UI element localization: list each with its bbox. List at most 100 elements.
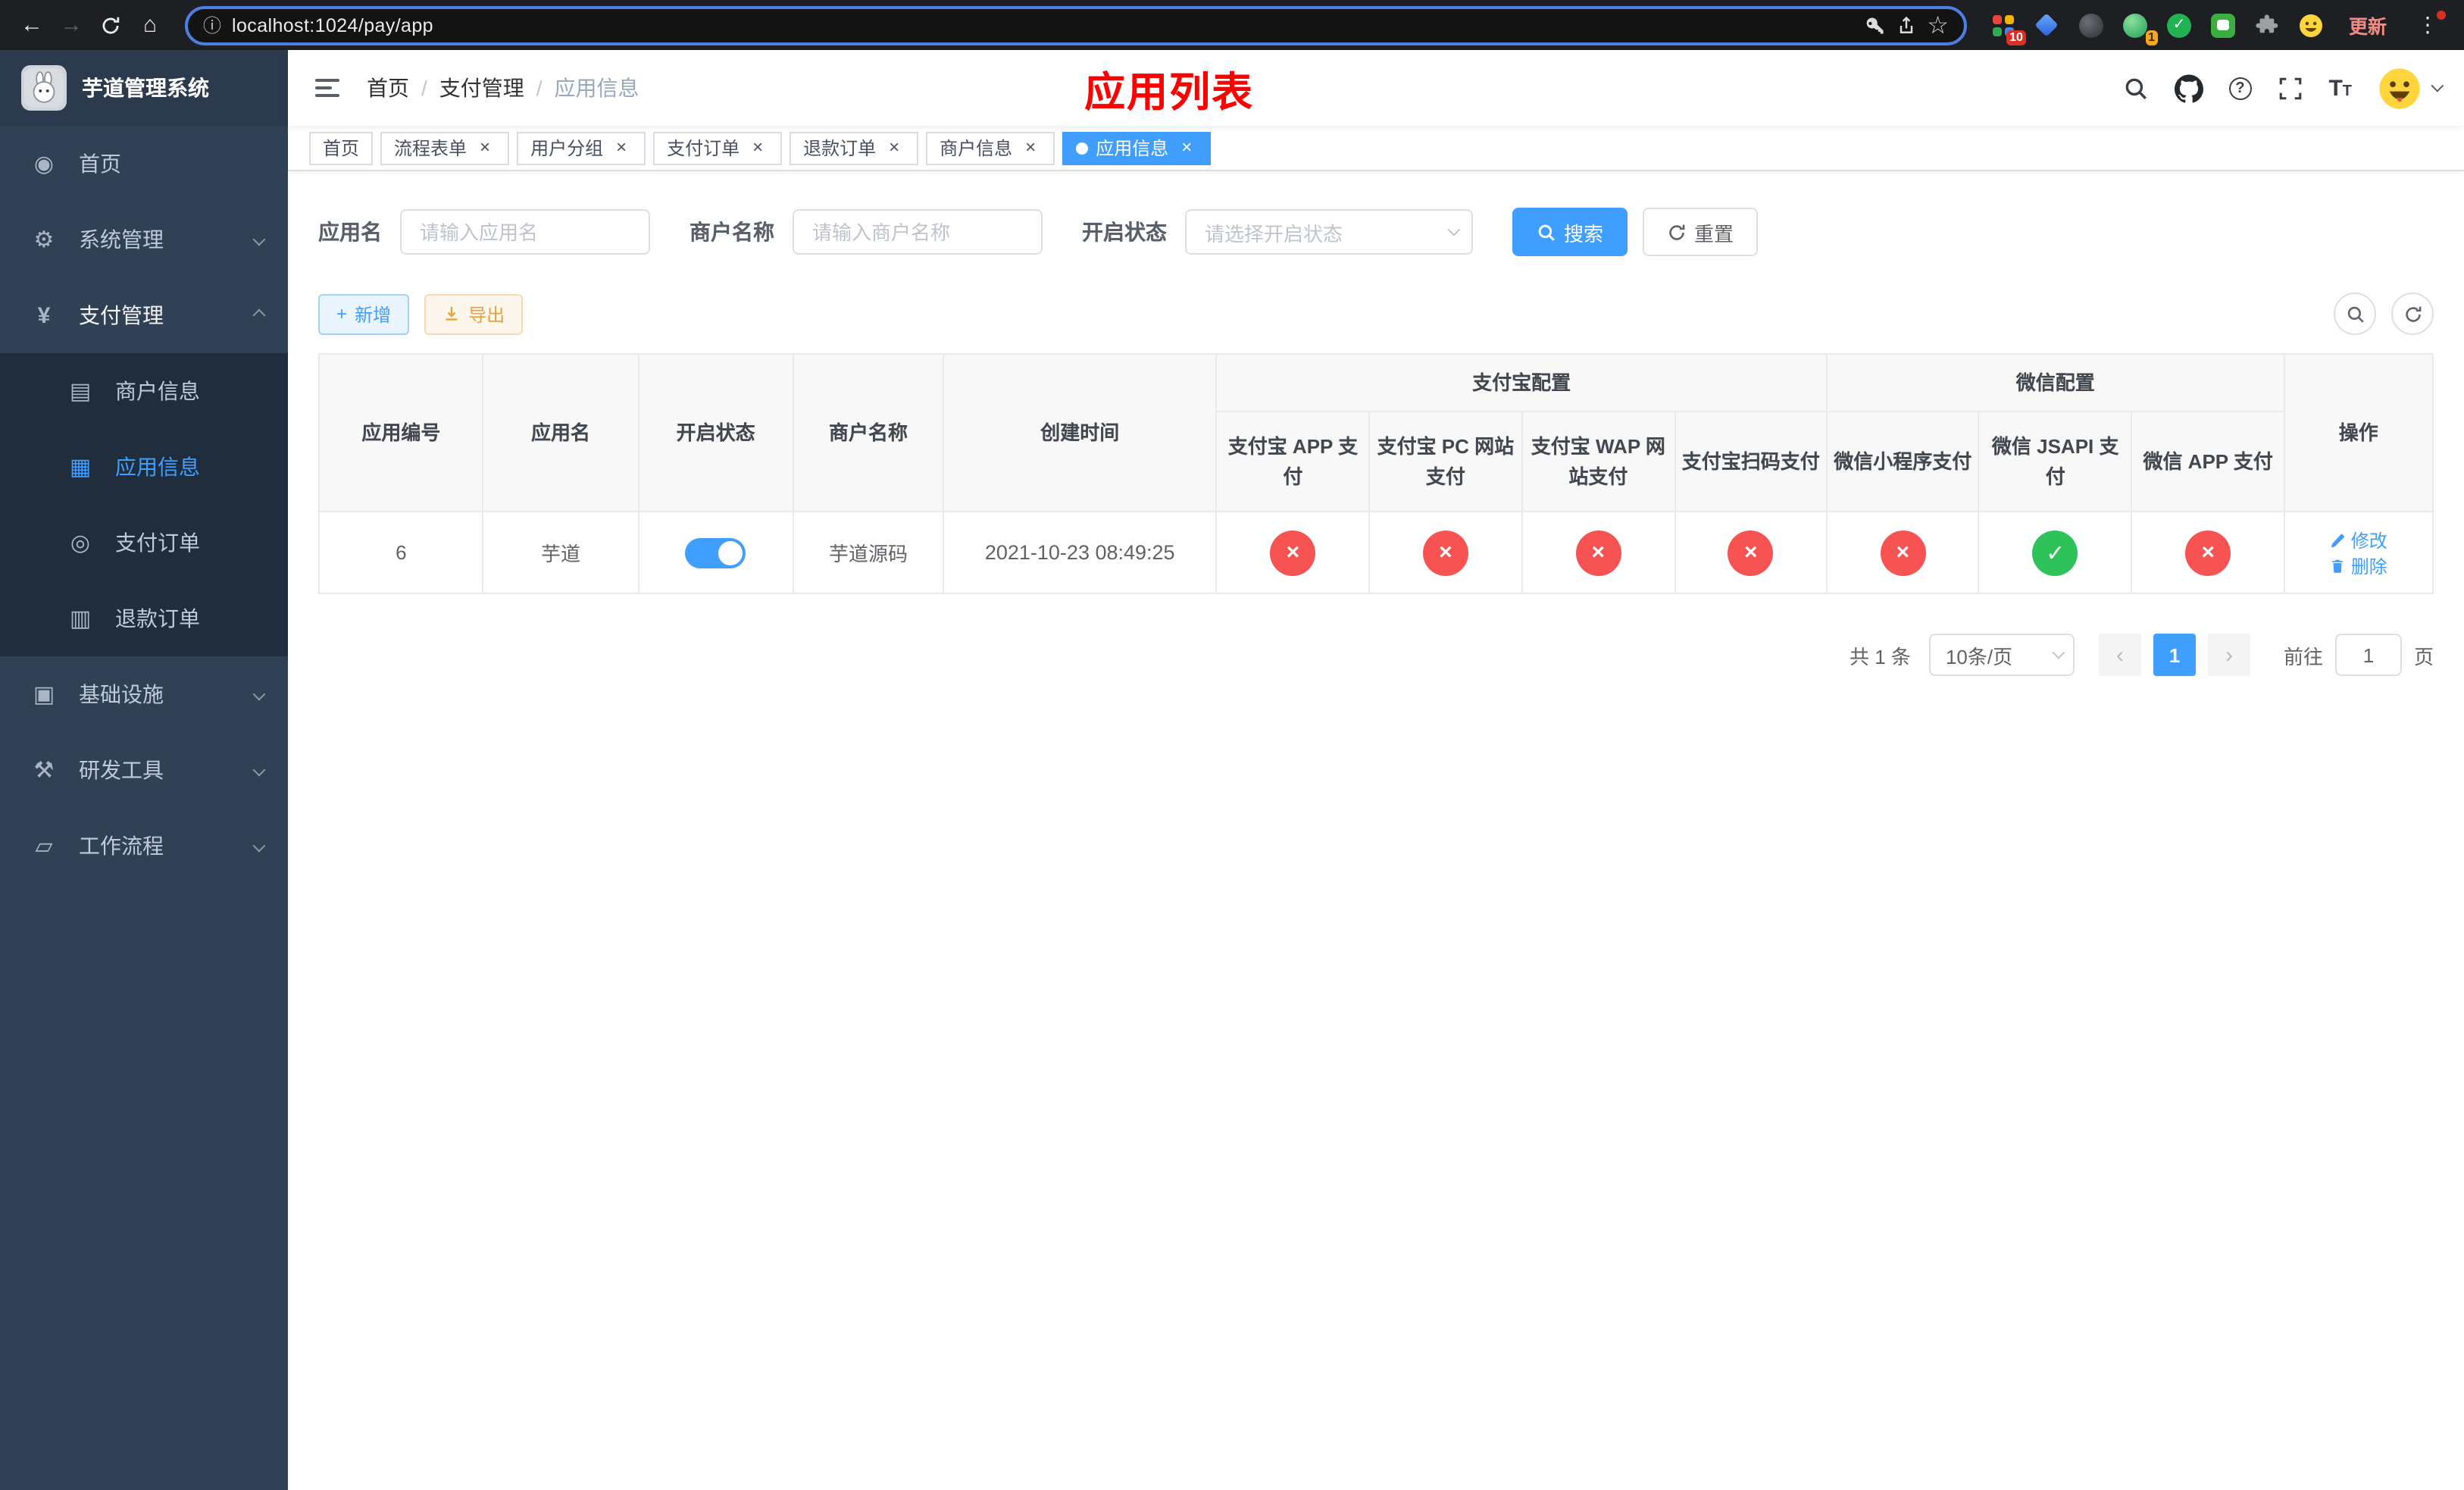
sidebar-item-label: 首页 <box>79 152 121 176</box>
sidebar-item-workflow[interactable]: ▱ 工作流程 <box>0 808 288 884</box>
goto-page-input[interactable] <box>2334 634 2402 676</box>
screen: ← → ⌂ ⓘ localhost:1024/pay/app ☆ 10 1 ✓ … <box>0 0 2464 1490</box>
add-button[interactable]: + 新增 <box>318 293 410 334</box>
edit-icon <box>2331 533 2345 547</box>
page-number-button[interactable]: 1 <box>2153 634 2196 676</box>
edit-button[interactable]: 修改 <box>2330 527 2387 552</box>
header-search-icon[interactable] <box>2122 75 2148 101</box>
chat-extension-icon[interactable] <box>2208 10 2238 40</box>
diamond-extension-icon[interactable] <box>2032 10 2062 40</box>
tab-merchant-info[interactable]: 商户信息 × <box>926 131 1055 164</box>
toggle-search-button[interactable] <box>2334 293 2376 335</box>
sidebar-item-pay-order[interactable]: ◎ 支付订单 <box>0 505 288 581</box>
col-app-name: 应用名 <box>482 353 639 512</box>
breadcrumb: 首页 / 支付管理 / 应用信息 <box>367 73 639 103</box>
tab-user-group[interactable]: 用户分组 × <box>517 131 646 164</box>
app-navbar: 首页 / 支付管理 / 应用信息 应用列表 ? T T <box>288 50 2464 126</box>
chevron-down-icon <box>252 687 266 701</box>
gear-icon: ⚙ <box>33 227 55 253</box>
tab-label: 用户分组 <box>530 138 604 159</box>
sidebar-item-system[interactable]: ⚙ 系统管理 <box>0 202 288 277</box>
bookmark-star-icon[interactable]: ☆ <box>1927 10 1949 40</box>
sidebar-toggle-icon[interactable] <box>312 73 342 103</box>
sidebar-item-merchant-info[interactable]: ▤ 商户信息 <box>0 353 288 429</box>
export-button-label: 导出 <box>468 304 505 325</box>
extensions-puzzle-icon[interactable] <box>2252 10 2282 40</box>
tab-app-info[interactable]: 应用信息 × <box>1062 131 1212 164</box>
close-icon[interactable]: × <box>1176 136 1197 158</box>
sidebar-item-label: 商户信息 <box>115 379 200 403</box>
browser-profile-avatar[interactable] <box>2296 10 2326 40</box>
page-size-select[interactable]: 10条/页 <box>1928 634 2075 676</box>
col-status: 开启状态 <box>637 353 794 512</box>
browser-forward-button[interactable]: → <box>52 5 91 45</box>
refresh-table-button[interactable] <box>2391 293 2434 335</box>
close-icon[interactable]: × <box>611 136 632 158</box>
sidebar-item-refund-order[interactable]: ▥ 退款订单 <box>0 581 288 656</box>
sidebar-item-infrastructure[interactable]: ▣ 基础设施 <box>0 656 288 732</box>
password-key-icon[interactable] <box>1863 14 1884 36</box>
font-size-icon[interactable]: TT <box>2328 77 2352 99</box>
tab-manager-extension-icon[interactable]: 10 <box>1988 10 2026 45</box>
goto-label: 前往 <box>2283 645 2323 668</box>
fullscreen-icon[interactable] <box>2277 75 2303 101</box>
sidebar-item-home[interactable]: ◉ 首页 <box>0 126 288 202</box>
extensions-area: 10 1 ✓ 更新 ⋮ <box>1982 6 2452 45</box>
sidebar-item-payment[interactable]: ¥ 支付管理 <box>0 277 288 353</box>
app-name-input[interactable] <box>400 209 650 255</box>
merchant-name-input[interactable] <box>793 209 1043 255</box>
chevron-down-icon <box>252 839 266 853</box>
status-toggle[interactable] <box>685 537 746 568</box>
close-icon[interactable]: × <box>1020 136 1041 158</box>
pagination-total: 共 1 条 <box>1850 645 1911 668</box>
app-logo <box>21 65 67 111</box>
status-select[interactable]: 请选择开启状态 <box>1185 209 1473 255</box>
sidebar-item-app-info[interactable]: ▦ 应用信息 <box>0 429 288 505</box>
dev-tools-icon: ⚒ <box>33 758 55 784</box>
prev-page-button[interactable]: ‹ <box>2098 634 2141 676</box>
breadcrumb-home[interactable]: 首页 <box>367 73 409 103</box>
browser-update-button[interactable]: 更新 <box>2340 6 2396 44</box>
app-grid-icon: ▦ <box>69 455 92 480</box>
tab-home[interactable]: 首页 <box>309 131 374 164</box>
breadcrumb-current: 应用信息 <box>554 76 639 100</box>
col-alipay-app: 支付宝 APP 支付 <box>1215 411 1371 512</box>
breadcrumb-separator: / <box>536 76 543 100</box>
browser-back-button[interactable]: ← <box>12 5 52 45</box>
user-menu[interactable] <box>2378 66 2444 110</box>
cell-app-name: 芋道 <box>482 511 639 594</box>
address-bar[interactable]: ⓘ localhost:1024/pay/app ☆ <box>185 5 1967 45</box>
sidebar-item-dev-tools[interactable]: ⚒ 研发工具 <box>0 732 288 808</box>
delete-button[interactable]: 删除 <box>2330 552 2387 578</box>
sidebar-item-label: 研发工具 <box>79 758 164 782</box>
share-icon[interactable] <box>1895 14 1916 36</box>
col-alipay-pc: 支付宝 PC 网站支付 <box>1368 411 1523 512</box>
breadcrumb-section[interactable]: 支付管理 <box>439 73 524 103</box>
tab-process-form[interactable]: 流程表单 × <box>380 131 510 164</box>
github-icon[interactable] <box>2174 74 2203 102</box>
browser-refresh-button[interactable] <box>91 5 130 45</box>
edit-button-label: 修改 <box>2350 530 2387 551</box>
workflow-icon: ▱ <box>35 834 53 859</box>
browser-menu-icon[interactable]: ⋮ <box>2409 11 2446 38</box>
export-button[interactable]: 导出 <box>424 293 524 334</box>
merchant-card-icon: ▤ <box>69 379 92 405</box>
close-icon[interactable]: × <box>883 136 905 158</box>
close-icon[interactable]: × <box>747 136 768 158</box>
next-page-button[interactable]: › <box>2207 634 2250 676</box>
search-button[interactable]: 搜索 <box>1512 208 1628 256</box>
url-text[interactable]: localhost:1024/pay/app <box>232 14 1853 36</box>
tab-refund-order[interactable]: 退款订单 × <box>790 131 919 164</box>
sidebar: 芋道管理系统 ◉ 首页 ⚙ 系统管理 ¥ 支付管理 ▤ 商户信息 ▦ 应用信息 … <box>0 50 288 1490</box>
table-row: 6 芋道 芋道源码 2021-10-23 08:49:25 × × × × × … <box>317 511 2434 594</box>
check-extension-icon[interactable]: ✓ <box>2164 10 2194 40</box>
reset-button[interactable]: 重置 <box>1643 208 1759 256</box>
site-info-icon[interactable]: ⓘ <box>203 12 221 38</box>
browser-home-button[interactable]: ⌂ <box>130 5 170 45</box>
dark-extension-icon[interactable] <box>2076 10 2106 40</box>
avatar-extension-icon[interactable]: 1 <box>2120 10 2158 45</box>
close-icon[interactable]: × <box>474 136 496 158</box>
help-icon[interactable]: ? <box>2228 77 2252 99</box>
sidebar-logo-row[interactable]: 芋道管理系统 <box>0 50 288 126</box>
tab-pay-order[interactable]: 支付订单 × <box>653 131 783 164</box>
